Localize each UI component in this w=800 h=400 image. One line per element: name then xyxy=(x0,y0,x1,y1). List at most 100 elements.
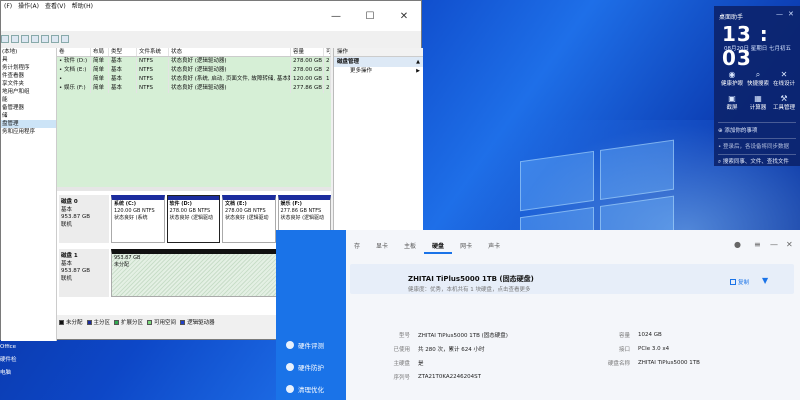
tree-item[interactable]: 件查看器 xyxy=(1,72,56,80)
minimize-icon[interactable]: — xyxy=(776,10,783,18)
partition[interactable]: 系统 (C:) 120.00 GB NTFS 状态良好 (系统 xyxy=(111,195,165,243)
col-free[interactable]: 可 xyxy=(324,48,331,56)
tab-item[interactable]: 存 xyxy=(346,240,368,254)
spec-value: ZTA21T0KA2246204ST xyxy=(418,374,481,380)
hardware-info-window: 硬件评测 硬件防护 清理优化 存显卡 主板 硬盘 网卡 声卡 ● ≡ — ✕ ZHITA… xyxy=(276,230,800,400)
menu-icon[interactable]: ≡ xyxy=(754,240,761,249)
partition-name: 娱乐 (F:) xyxy=(280,201,302,207)
legend-label: 可用空间 xyxy=(154,320,177,326)
tree-item[interactable]: 务和应用程序 xyxy=(1,128,56,136)
spec-key: 序列号 xyxy=(393,375,410,381)
table-row[interactable]: • 文档 (E:) 简单 基本 NTFS 状态良好 (逻辑驱动器) 278.00 GB 2 xyxy=(57,66,331,75)
add-event-link[interactable]: ⊕ 添加你的事项 xyxy=(718,126,757,134)
hardware-sidebar: 硬件评测 硬件防护 清理优化 xyxy=(276,230,346,400)
quick-action-calculator[interactable]: ▦ 计算器 xyxy=(744,94,772,111)
login-hint[interactable]: • 登录后，各设备将同步数据 xyxy=(718,142,789,150)
quick-action-search[interactable]: ⌕ 快捷搜索 xyxy=(744,70,772,87)
properties-icon[interactable] xyxy=(31,35,39,43)
tree-item[interactable]: 储 xyxy=(1,112,56,120)
forward-icon[interactable] xyxy=(11,35,19,43)
col-volume[interactable]: 卷 xyxy=(57,48,91,56)
maximize-icon[interactable]: ☐ xyxy=(353,1,387,31)
tab-item[interactable]: 主板 xyxy=(396,240,424,254)
copy-button[interactable]: 复制 xyxy=(730,278,749,286)
quick-action-tools[interactable]: ⚒ 工具管理 xyxy=(770,94,798,111)
partition-status: 状态良好 (逻辑驱动 xyxy=(225,215,269,221)
col-capacity[interactable]: 容量 xyxy=(291,48,324,56)
legend-label: 逻辑驱动器 xyxy=(187,320,215,326)
up-icon[interactable] xyxy=(21,35,29,43)
help-icon[interactable] xyxy=(41,35,49,43)
tree-item[interactable]: 备管理器 xyxy=(1,104,56,112)
col-filesystem[interactable]: 文件系统 xyxy=(137,48,169,56)
partition[interactable]: 软件 (D:) 278.00 GB NTFS 状态良好 (逻辑驱动 xyxy=(166,195,220,243)
desktop-assistant-panel: 桌面助手 — ✕ 13 : 03 08月20日 星期日 七月初五 ◉ 健康护眼 … xyxy=(714,6,800,166)
desktop-icon[interactable]: 硬件检 xyxy=(0,357,30,364)
col-type[interactable]: 类型 xyxy=(109,48,137,56)
disk-name: 磁盘 1 xyxy=(61,253,78,259)
menu-action[interactable]: 操作(A) xyxy=(15,3,42,11)
partition[interactable]: 文档 (E:) 278.00 GB NTFS 状态良好 (逻辑驱动 xyxy=(222,195,276,243)
sidebar-item-hardware-protect[interactable]: 硬件防护 xyxy=(286,362,324,372)
disk-label[interactable]: 磁盘 1 基本 953.87 GB 联机 xyxy=(59,249,109,297)
search-files-link[interactable]: ⌕ 搜索同事、文件、查找文件 xyxy=(718,157,789,166)
sidebar-item-cleanup[interactable]: 清理优化 xyxy=(286,384,324,394)
title-bar[interactable]: (F) 操作(A) 查看(V) 帮助(H) — ☐ ✕ xyxy=(1,1,421,31)
quick-action-eye-care[interactable]: ◉ 健康护眼 xyxy=(718,70,746,87)
chevron-down-icon[interactable]: ▼ xyxy=(762,276,768,285)
table-cell: 1 xyxy=(326,75,331,84)
user-icon[interactable]: ● xyxy=(734,240,741,249)
actions-section-disk-management[interactable]: 磁盘管理 ▲ xyxy=(334,57,423,67)
tab-item[interactable]: 声卡 xyxy=(480,240,508,254)
partition-name: 系统 (C:) xyxy=(114,201,136,207)
minimize-icon[interactable]: — xyxy=(319,1,353,31)
back-icon[interactable] xyxy=(1,35,9,43)
desktop-icon[interactable]: Office xyxy=(0,344,30,351)
tree-item[interactable]: 享文件夹 xyxy=(1,80,56,88)
tree-item[interactable]: 务计划程序 xyxy=(1,64,56,72)
hardware-main: 存显卡 主板 硬盘 网卡 声卡 ● ≡ — ✕ ZHITAI TiPlus5000 1T… xyxy=(346,230,800,400)
spec-key: 主硬盘 xyxy=(393,361,410,367)
disk-health-text[interactable]: 健康度：优秀，本机共有 1 块硬盘，点击查看更多 xyxy=(408,285,531,293)
table-cell: • 软件 (D:) xyxy=(57,57,91,66)
volume-list-header: 卷 布局 类型 文件系统 状态 容量 可 xyxy=(57,48,331,57)
refresh-icon[interactable] xyxy=(51,35,59,43)
tree-item[interactable]: (本地) xyxy=(1,48,56,56)
quick-action-design[interactable]: ✕ 在线设计 xyxy=(770,70,798,87)
tree-item[interactable]: 地用户和组 xyxy=(1,88,56,96)
list-icon[interactable] xyxy=(61,35,69,43)
tree-item[interactable]: 具 xyxy=(1,56,56,64)
col-status[interactable]: 状态 xyxy=(169,48,291,56)
menu-help[interactable]: 帮助(H) xyxy=(69,3,96,11)
sidebar-item-hardware-test[interactable]: 硬件评测 xyxy=(286,340,324,350)
table-cell: 基本 xyxy=(109,75,137,84)
shield-icon xyxy=(286,363,294,371)
close-icon[interactable]: ✕ xyxy=(788,10,794,18)
col-layout[interactable]: 布局 xyxy=(91,48,109,56)
desktop-icon[interactable]: 电脑 xyxy=(0,370,30,377)
table-row[interactable]: • 娱乐 (F:) 简单 基本 NTFS 状态良好 (逻辑驱动器) 277.86 GB 2 xyxy=(57,84,331,93)
more-actions[interactable]: 更多操作 ▶ xyxy=(334,67,423,76)
tab-item[interactable]: 网卡 xyxy=(452,240,480,254)
tree-item[interactable]: 能 xyxy=(1,96,56,104)
menu-view[interactable]: 查看(V) xyxy=(42,3,69,11)
tab-item[interactable]: 显卡 xyxy=(368,240,396,254)
table-cell: 状态良好 (逻辑驱动器) xyxy=(169,66,291,75)
quick-action-screenshot[interactable]: ▣ 截屏 xyxy=(718,94,746,111)
hardware-tabs: 存显卡 主板 硬盘 网卡 声卡 xyxy=(346,240,800,254)
close-icon[interactable]: ✕ xyxy=(387,1,421,31)
minimize-icon[interactable]: — xyxy=(770,240,778,249)
table-row[interactable]: •简单基本NTFS状态良好 (系统, 启动, 页面文件, 故障转储, 基本数据分… xyxy=(57,75,331,84)
table-row[interactable]: • 软件 (D:) 简单 基本 NTFS 状态良好 (逻辑驱动器) 278.00 GB 2 xyxy=(57,57,331,66)
disk-label[interactable]: 磁盘 0 基本 953.87 GB 联机 xyxy=(59,195,109,243)
disk-size: 953.87 GB xyxy=(61,214,91,220)
volume-list: 卷 布局 类型 文件系统 状态 容量 可 • 软件 (D:) 简单 基本 NTFS 状态… xyxy=(57,48,331,188)
menu-file[interactable]: (F) xyxy=(1,3,15,11)
tab-item[interactable]: 硬盘 xyxy=(424,240,453,254)
tree-item[interactable]: 盘管理 xyxy=(1,120,56,128)
legend-item: 逻辑驱动器 xyxy=(180,318,215,326)
table-cell: 简单 xyxy=(91,75,109,84)
table-cell: NTFS xyxy=(137,75,169,84)
table-cell: 277.86 GB xyxy=(293,84,324,93)
close-icon[interactable]: ✕ xyxy=(786,240,793,249)
